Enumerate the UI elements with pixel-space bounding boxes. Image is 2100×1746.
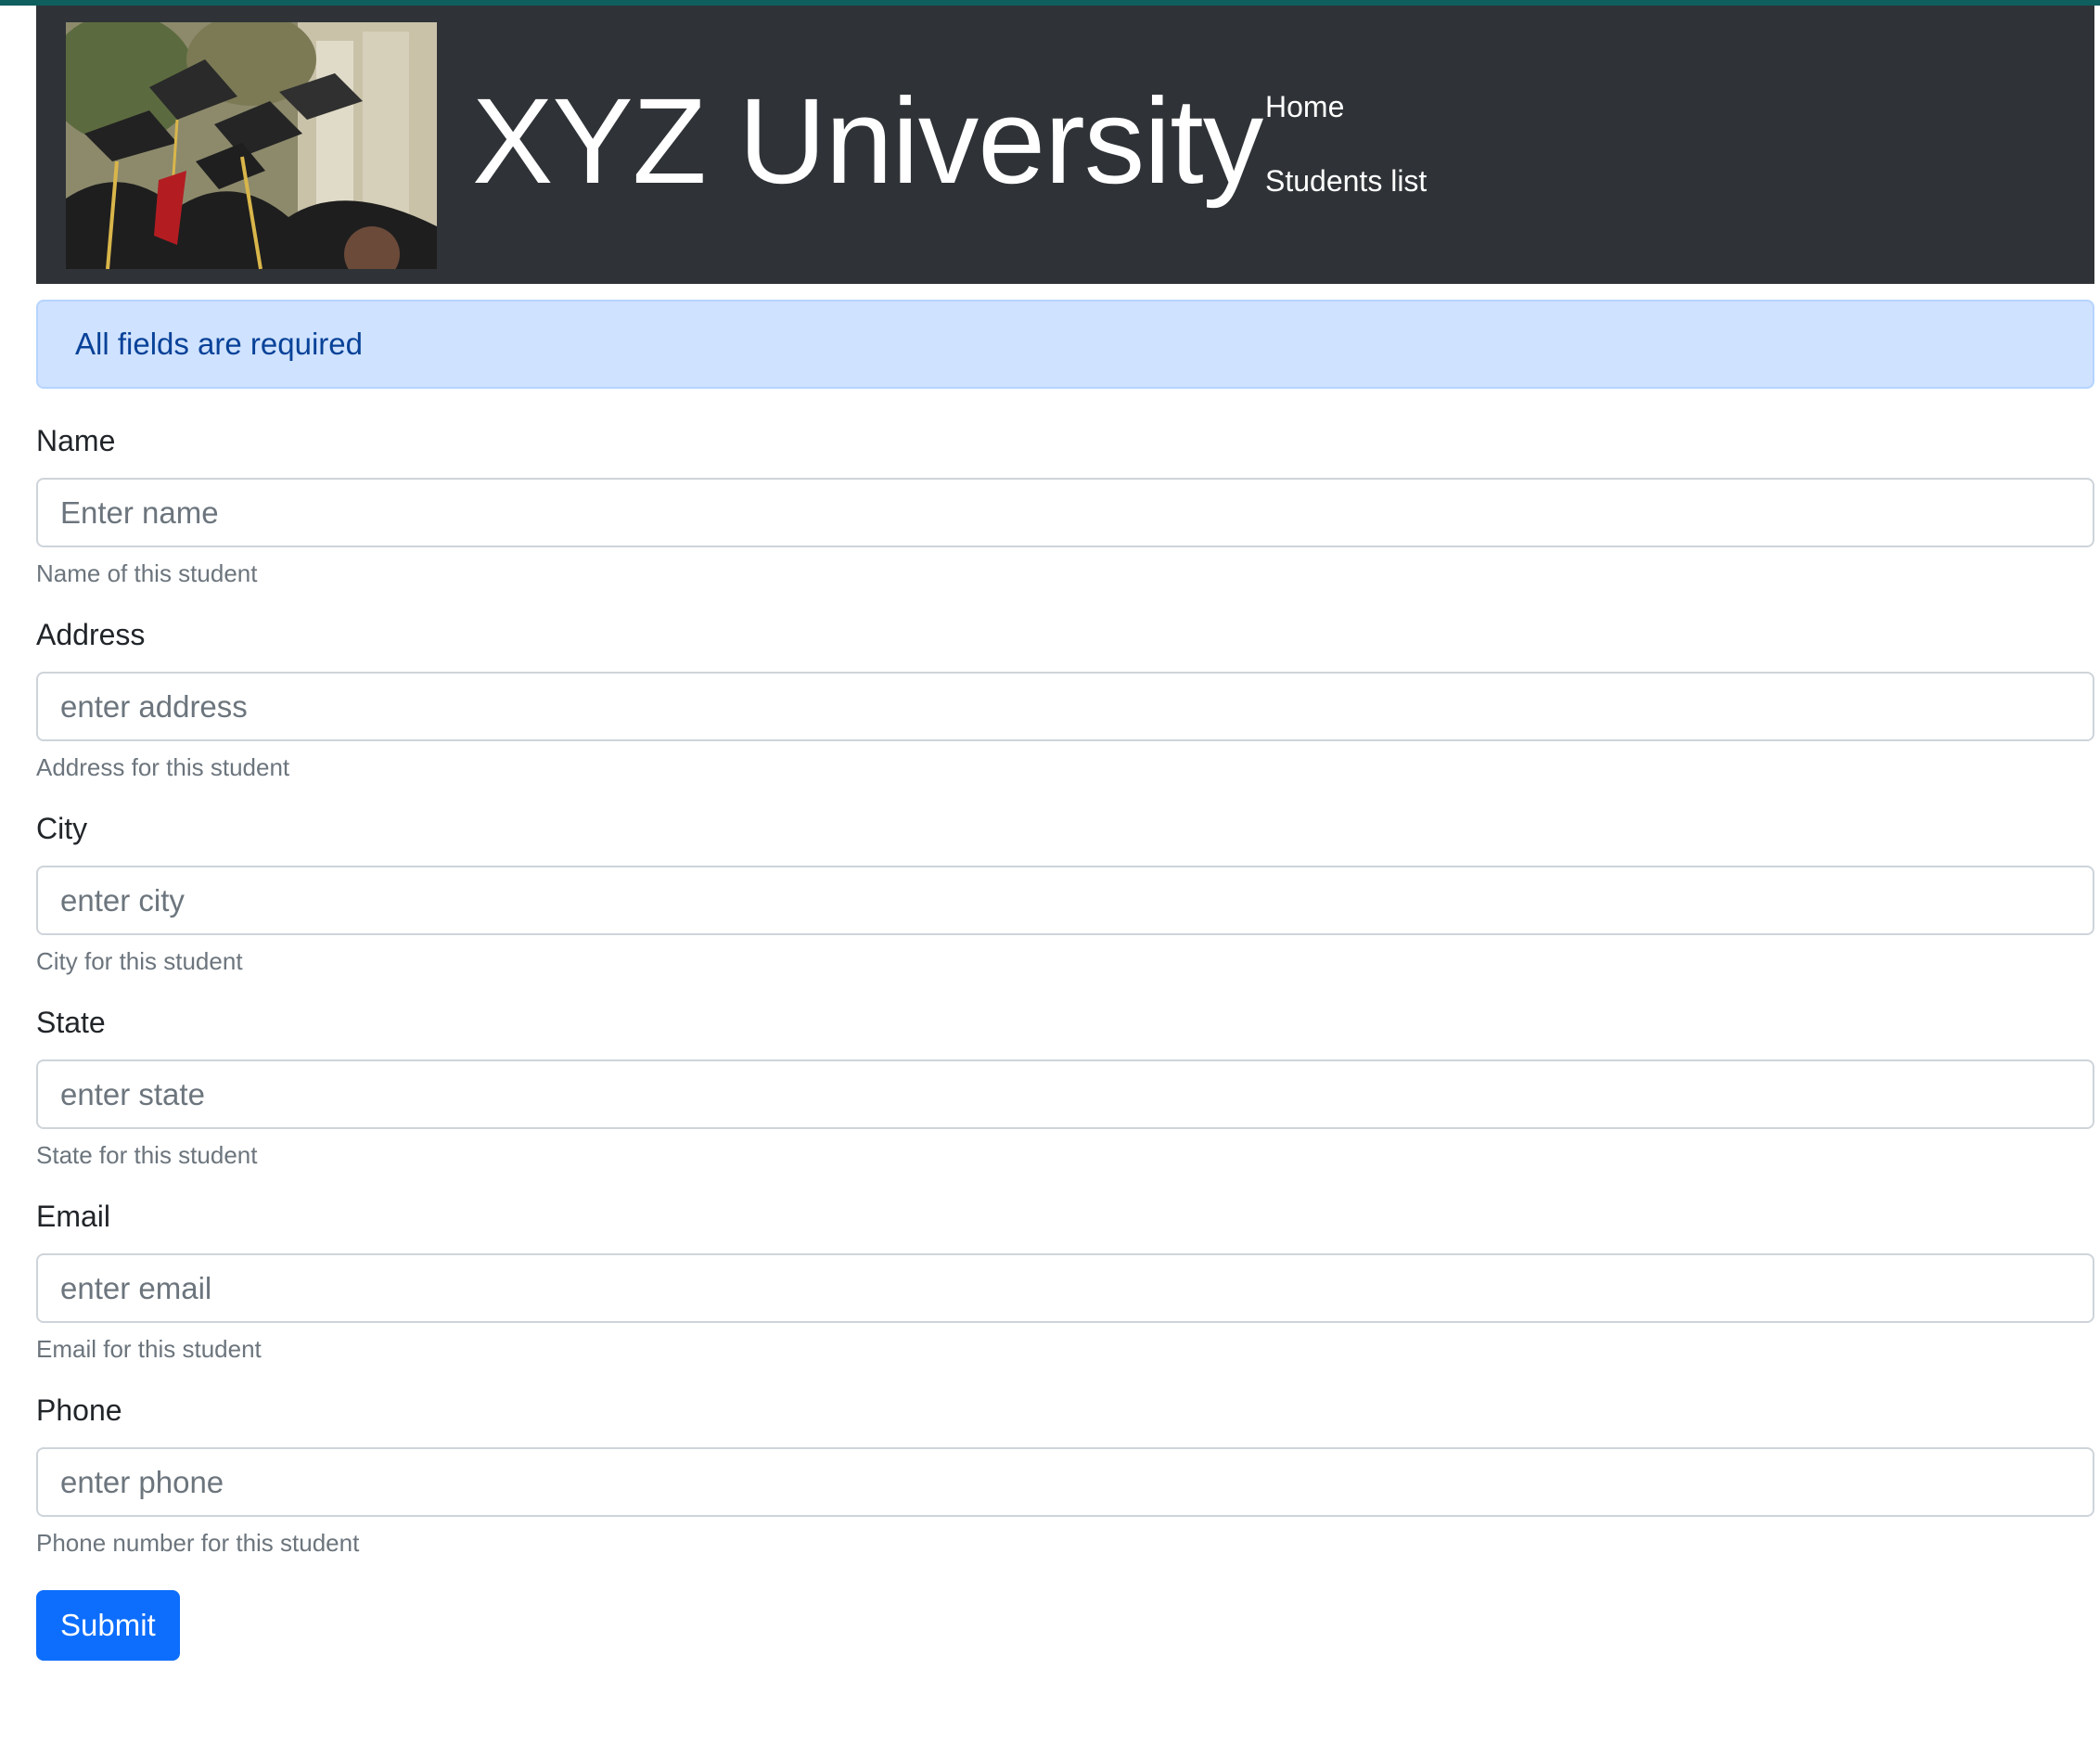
state-field-group: State State for this student: [36, 1005, 2094, 1170]
state-input[interactable]: [36, 1059, 2094, 1129]
nav-students-list-link[interactable]: Students list: [1265, 163, 1427, 199]
state-help-text: State for this student: [36, 1141, 258, 1169]
name-input[interactable]: [36, 478, 2094, 547]
address-help-text: Address for this student: [36, 753, 290, 781]
nav-home-link[interactable]: Home: [1265, 89, 1427, 124]
city-input[interactable]: [36, 866, 2094, 935]
name-label: Name: [36, 424, 116, 457]
address-label: Address: [36, 618, 146, 651]
email-field-group: Email Email for this student: [36, 1199, 2094, 1364]
phone-help-text: Phone number for this student: [36, 1529, 360, 1557]
name-help-text: Name of this student: [36, 559, 258, 587]
email-label: Email: [36, 1200, 111, 1233]
city-field-group: City City for this student: [36, 811, 2094, 976]
phone-input[interactable]: [36, 1447, 2094, 1517]
student-form: Name Name of this student Address Addres…: [36, 423, 2094, 1661]
submit-button[interactable]: Submit: [36, 1590, 180, 1661]
site-header: XYZ University Home Students list: [36, 6, 2094, 284]
main-nav: Home Students list: [1265, 89, 1427, 238]
phone-label: Phone: [36, 1393, 122, 1427]
city-label: City: [36, 812, 88, 845]
page: XYZ University Home Students list All fi…: [36, 6, 2094, 1661]
email-input[interactable]: [36, 1253, 2094, 1323]
phone-field-group: Phone Phone number for this student: [36, 1393, 2094, 1558]
state-label: State: [36, 1006, 106, 1039]
city-help-text: City for this student: [36, 947, 243, 975]
address-field-group: Address Address for this student: [36, 617, 2094, 782]
email-help-text: Email for this student: [36, 1335, 262, 1363]
site-brand-title: XYZ University: [472, 72, 1263, 209]
graduation-banner-image: [66, 22, 437, 269]
address-input[interactable]: [36, 672, 2094, 741]
required-fields-alert: All fields are required: [36, 300, 2094, 389]
name-field-group: Name Name of this student: [36, 423, 2094, 588]
